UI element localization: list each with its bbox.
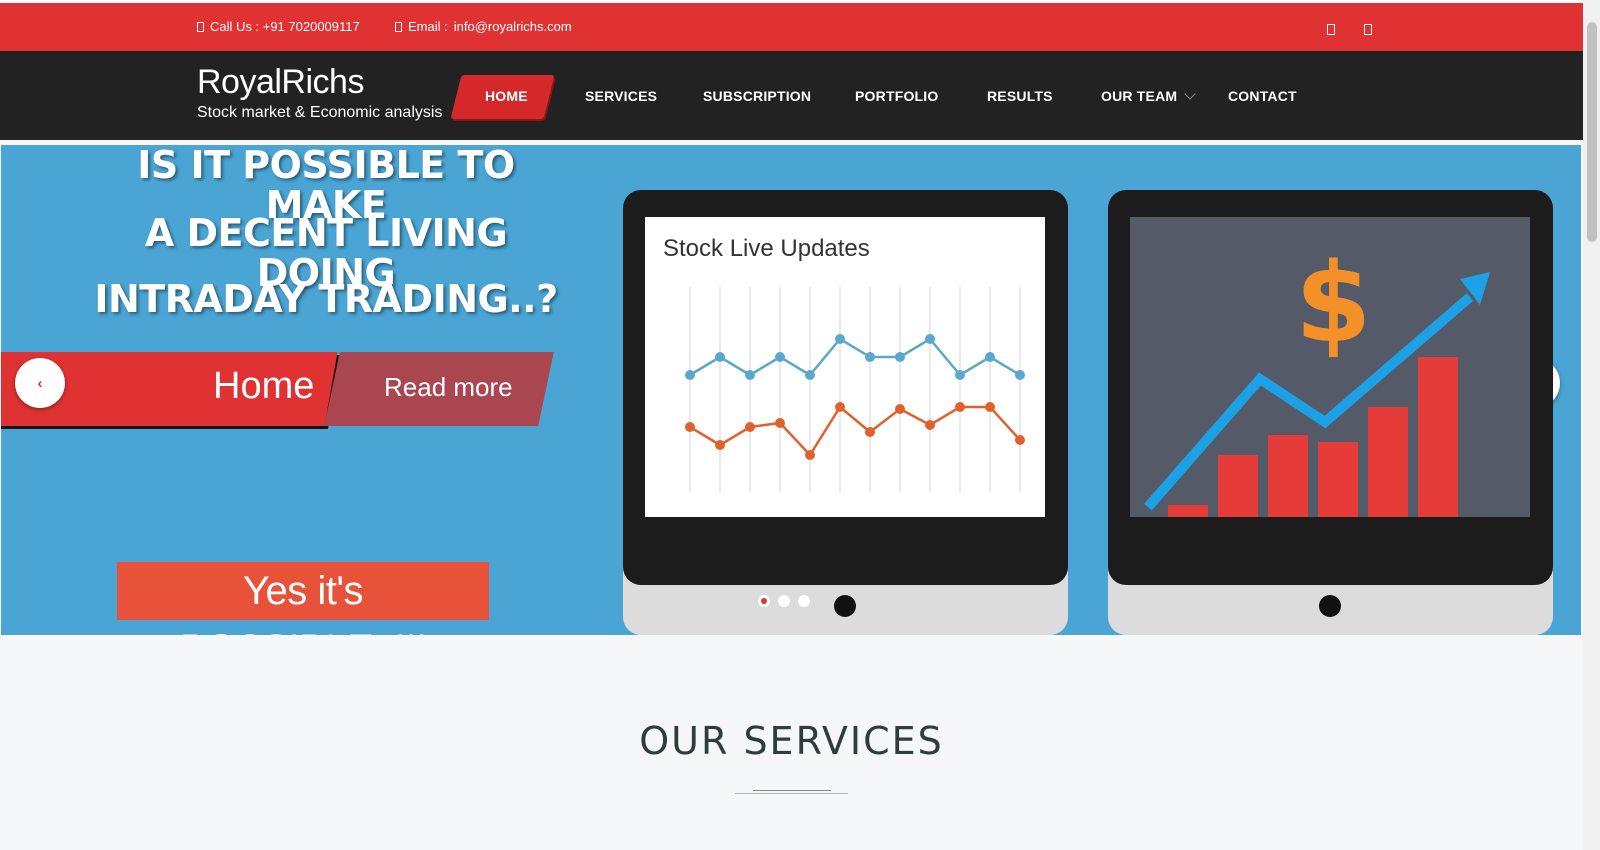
slider-dot-1[interactable] [758,595,770,607]
nav-item-our-team-label: OUR TEAM [1101,88,1178,104]
hero-headline-line-1: IS IT POSSIBLE TO MAKE [137,145,515,227]
nav-item-subscription[interactable]: SUBSCRIPTION [703,88,811,104]
services-heading: OUR SERVICES [639,719,944,763]
possible-banner: Yes it's POSSIBLE..!!! [117,562,489,635]
scrollbar-thumb[interactable] [1587,22,1597,242]
call-us[interactable]: Call Us : +91 7020009117 [197,19,360,34]
top-contact-bar: Call Us : +91 7020009117 Email : info@ro… [0,3,1583,51]
monitor-logo-dot [834,595,856,617]
slider-dot-2[interactable] [778,595,790,607]
page-scrollbar[interactable] [1583,0,1600,850]
monitor-screen: Stock Live Updates [645,217,1045,517]
hero-headline: IS IT POSSIBLE TO MAKE A DECENT LIVING D… [86,145,566,319]
stock-chart-illustration [685,287,1025,492]
nav-item-home[interactable]: HOME [485,88,528,104]
email-link[interactable]: info@royalrichs.com [454,19,572,34]
phone-icon [197,21,204,32]
chevron-left-icon: ‹ [37,374,43,392]
hero-headline-line-2: A DECENT LIVING DOING [144,211,508,295]
slider-dot-3[interactable] [798,595,810,607]
nav-item-our-team[interactable]: OUR TEAM [1101,88,1196,104]
nav-item-services[interactable]: SERVICES [585,88,657,104]
brand-name: RoyalRichs [197,63,364,101]
slider-prev-button[interactable]: ‹ [15,358,65,408]
read-more-button[interactable]: Read more [384,372,513,403]
hero-slider: IS IT POSSIBLE TO MAKE A DECENT LIVING D… [1,145,1581,635]
hero-home-label: Home [213,365,315,407]
main-navbar: RoyalRichs Stock market & Economic analy… [0,51,1583,140]
nav-item-portfolio[interactable]: PORTFOLIO [855,88,938,104]
services-divider [735,793,848,794]
monitor-logo-dot [1319,595,1341,617]
twitter-icon[interactable] [1364,23,1372,38]
brand-logo[interactable]: RoyalRichs Stock market & Economic analy… [197,63,442,123]
facebook-icon[interactable] [1327,23,1335,38]
brand-tagline: Stock market & Economic analysis [197,104,443,121]
nav-item-contact[interactable]: CONTACT [1228,88,1297,104]
monitor-stock-chart: Stock Live Updates [623,190,1068,635]
envelope-icon [395,21,402,32]
email-contact[interactable]: Email : info@royalrichs.com [395,19,572,34]
slider-pagination [758,595,810,607]
services-divider-inner [753,790,831,791]
hero-headline-line-3: INTRADAY TRADING..? [94,277,558,321]
growth-illustration [1144,272,1490,517]
email-label: Email : [408,19,448,34]
monitor-screen: $ [1130,217,1530,517]
nav-item-results[interactable]: RESULTS [987,88,1053,104]
call-us-text: Call Us : +91 7020009117 [210,19,360,34]
monitor-growth: $ [1108,190,1553,635]
chevron-down-icon [1184,88,1196,100]
